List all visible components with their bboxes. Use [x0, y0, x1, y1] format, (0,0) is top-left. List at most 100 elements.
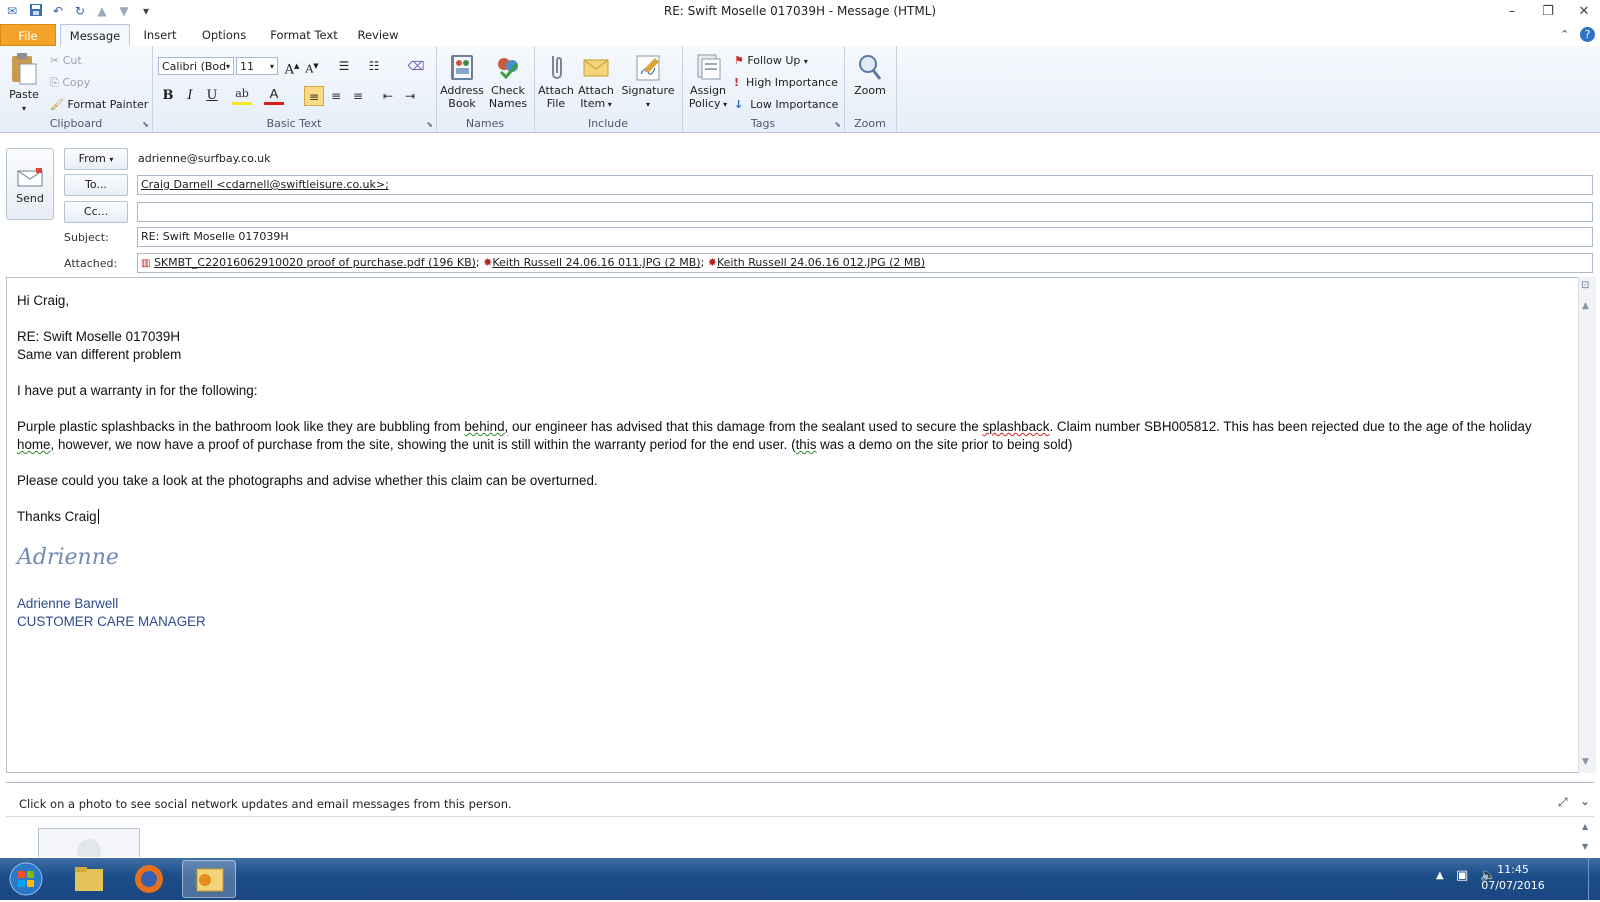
title-bar: ✉ ↶ ↻ ▲ ▼ ▾ RE: Swift Moselle 017039H - … [0, 0, 1600, 24]
align-left-button[interactable]: ≡ [304, 86, 324, 106]
font-size-select[interactable]: 11 ▾ [236, 57, 278, 75]
attachment-item[interactable]: SKMBT_C22016062910020 proof of purchase.… [154, 256, 476, 269]
ribbon: Paste ▾ ✂ Cut ⎘ Copy 🖌 Format Painter Cli… [0, 46, 1600, 133]
italic-button[interactable]: I [180, 86, 200, 106]
close-button[interactable]: ✕ [1570, 2, 1598, 22]
magnifier-icon [859, 55, 882, 80]
text-cursor [97, 509, 99, 524]
dialog-launcher-icon[interactable]: ⬊ [834, 120, 841, 129]
tab-insert[interactable]: Insert [136, 24, 184, 46]
attach-file-button[interactable]: Attach File [538, 52, 574, 110]
system-clock[interactable]: 11:45 07/07/2016 [1478, 862, 1548, 894]
address-book-button[interactable]: Address Book [440, 52, 484, 110]
people-pane-message: Click on a photo to see social network u… [19, 797, 512, 811]
decrease-indent-icon[interactable]: ⇤ [378, 86, 398, 106]
attachments-field[interactable]: ▥ SKMBT_C22016062910020 proof of purchas… [137, 253, 1593, 273]
include-group: Attach File Attach Item ▾ Signature ▾ Inclu… [534, 46, 683, 132]
minimize-button[interactable]: – [1498, 2, 1526, 22]
shrink-font-icon[interactable]: A▼ [302, 56, 322, 76]
subject-field[interactable]: RE: Swift Moselle 017039H [137, 227, 1593, 247]
tab-review[interactable]: Review [352, 24, 404, 46]
recipient-chip[interactable]: Craig Darnell <cdarnell@swiftleisure.co.… [141, 178, 389, 191]
to-button[interactable]: To... [64, 174, 128, 196]
image-file-icon: ✸ [483, 256, 493, 269]
group-label: Clipboard [49, 117, 103, 130]
vertical-scrollbar[interactable]: ⊡ ▲ ▼ [1578, 277, 1596, 773]
grow-font-icon[interactable]: A▲ [282, 56, 302, 77]
paperclip-icon [552, 56, 562, 79]
dialog-launcher-icon[interactable]: ⬊ [426, 120, 433, 129]
increase-indent-icon[interactable]: ⇥ [400, 86, 420, 106]
font-name-select[interactable]: Calibri (Bod ▾ [158, 57, 234, 75]
people-pane-divider[interactable] [6, 782, 1594, 783]
cut-button[interactable]: ✂ Cut [50, 54, 82, 67]
tab-format-text[interactable]: Format Text [266, 24, 342, 46]
message-body-text[interactable]: Hi Craig, RE: Swift Moselle 017039H Same… [17, 292, 1537, 526]
scroll-down-icon[interactable]: ▼ [1582, 757, 1589, 767]
assign-policy-button[interactable]: Assign Policy ▾ [686, 52, 730, 111]
format-painter-button[interactable]: 🖌 Format Painter [50, 98, 148, 111]
tab-message[interactable]: Message [60, 24, 130, 47]
signature-button[interactable]: Signature ▾ [618, 52, 678, 111]
clear-formatting-icon[interactable]: ⌫ [406, 56, 426, 76]
reference-line: RE: Swift Moselle 017039H [17, 329, 180, 344]
start-button[interactable] [6, 861, 46, 897]
collapse-people-pane-icon[interactable]: ⌄ [1580, 794, 1590, 808]
cc-button[interactable]: Cc... [64, 201, 128, 223]
assign-policy-icon [697, 54, 721, 80]
tab-options[interactable]: Options [196, 24, 252, 46]
request-paragraph: Please could you take a look at the phot… [17, 473, 598, 488]
high-importance-button[interactable]: ! High Importance [734, 76, 838, 89]
to-field[interactable]: Craig Darnell <cdarnell@swiftleisure.co.… [137, 175, 1593, 195]
show-desktop-button[interactable] [1588, 858, 1600, 900]
brush-icon: 🖌 [50, 98, 64, 111]
send-button[interactable]: Send [6, 148, 54, 220]
clock-time: 11:45 [1497, 863, 1529, 876]
underline-button[interactable]: U [202, 86, 222, 106]
pane-scroll-down-icon[interactable]: ▼ [1582, 842, 1588, 851]
taskbar-firefox[interactable] [122, 860, 176, 898]
highlight-icon[interactable]: ab [232, 86, 252, 105]
group-label: Zoom [854, 117, 886, 130]
attachment-item[interactable]: Keith Russell 24.06.16 011.JPG (2 MB) [492, 256, 700, 269]
follow-up-button[interactable]: ⚑ Follow Up ▾ [734, 54, 808, 67]
collapse-ribbon-icon[interactable]: ⌃ [1560, 28, 1569, 41]
closing-line: Thanks Craig [17, 509, 99, 524]
pane-scroll-up-icon[interactable]: ▲ [1582, 822, 1588, 831]
check-names-button[interactable]: Check Names [486, 52, 530, 110]
zoom-button[interactable]: Zoom [848, 52, 892, 97]
low-importance-button[interactable]: ↓ Low Importance [734, 98, 838, 111]
contact-photo[interactable] [38, 828, 140, 863]
scroll-up-icon[interactable]: ▲ [1582, 301, 1589, 311]
help-icon[interactable]: ? [1580, 27, 1595, 42]
attach-item-button[interactable]: Attach Item ▾ [576, 52, 616, 111]
dialog-launcher-icon[interactable]: ⬊ [142, 120, 149, 129]
restore-button[interactable]: ❐ [1534, 2, 1562, 22]
greeting: Hi Craig, [17, 293, 70, 308]
from-button[interactable]: From ▾ [64, 148, 128, 170]
taskbar-outlook[interactable] [182, 860, 236, 898]
attachment-item[interactable]: Keith Russell 24.06.16 012.JPG (2 MB) [717, 256, 925, 269]
group-label: Basic Text [266, 117, 322, 130]
clock-date: 07/07/2016 [1481, 879, 1545, 892]
bullets-icon[interactable]: ☰ [334, 56, 354, 76]
tab-file[interactable]: File [0, 24, 56, 46]
align-center-button[interactable]: ≡ [326, 86, 346, 106]
ribbon-tabs: File Message Insert Options Format Text … [0, 24, 1600, 47]
font-color-icon[interactable]: A [264, 86, 284, 105]
ruler-toggle-icon[interactable]: ⊡ [1581, 280, 1589, 291]
folder-icon [75, 867, 103, 891]
cc-field[interactable] [137, 202, 1593, 222]
bold-button[interactable]: B [158, 86, 178, 106]
group-label: Names [465, 117, 505, 130]
align-right-button[interactable]: ≡ [348, 86, 368, 106]
copy-button[interactable]: ⎘ Copy [50, 76, 90, 90]
network-icon[interactable]: ▣ [1456, 868, 1468, 883]
numbering-icon[interactable]: ☷ [364, 56, 384, 76]
scissors-icon: ✂ [50, 54, 60, 67]
clipboard-group: Paste ▾ ✂ Cut ⎘ Copy 🖌 Format Painter Cli… [0, 46, 153, 132]
show-hidden-icons[interactable]: ▲ [1436, 870, 1444, 881]
expand-people-pane-icon[interactable]: ⤢ [1558, 795, 1568, 810]
paste-button[interactable]: Paste ▾ [6, 52, 42, 115]
taskbar-explorer[interactable] [62, 860, 116, 898]
